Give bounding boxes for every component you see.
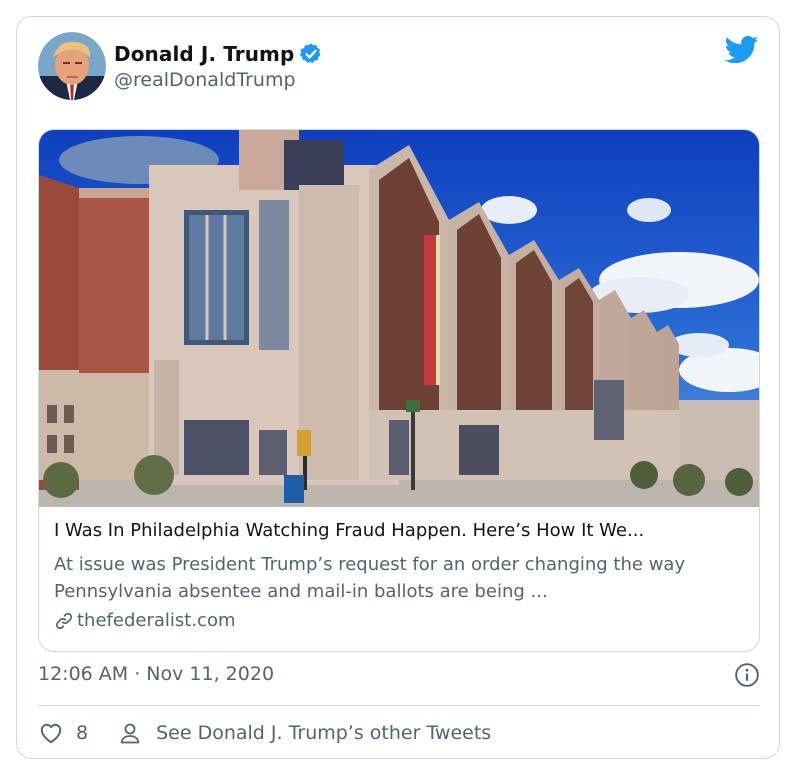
tweet-embed[interactable]: Donald J. Trump @realDonaldTrump I Was I… [16,16,780,759]
avatar[interactable] [38,32,106,100]
author-display-name[interactable]: Donald J. Trump [114,42,294,66]
avatar-photo [38,32,106,100]
tweet-actions: 8 See Donald J. Trump’s other Tweets [38,717,491,749]
convention-center-photo [39,130,759,507]
author-name-row[interactable]: Donald J. Trump [114,39,323,69]
like-count[interactable]: 8 [76,722,88,744]
link-card[interactable]: I Was In Philadelphia Watching Fraud Hap… [38,129,760,652]
divider [38,705,760,706]
user-icon [120,723,140,744]
card-title[interactable]: I Was In Philadelphia Watching Fraud Hap… [54,520,748,541]
card-domain-label[interactable]: thefederalist.com [77,610,235,631]
heart-icon[interactable] [38,720,64,746]
twitter-bird-icon[interactable] [725,35,759,65]
author-handle[interactable]: @realDonaldTrump [114,69,296,91]
see-other-tweets-link[interactable]: See Donald J. Trump’s other Tweets [156,722,491,744]
card-description: At issue was President Trump’s request f… [54,554,686,602]
link-icon [55,612,73,629]
verified-badge-icon [300,43,321,63]
info-icon[interactable] [734,662,760,688]
tweet-timestamp[interactable]: 12:06 AM · Nov 11, 2020 [38,663,274,685]
card-domain[interactable]: thefederalist.com [54,610,235,631]
